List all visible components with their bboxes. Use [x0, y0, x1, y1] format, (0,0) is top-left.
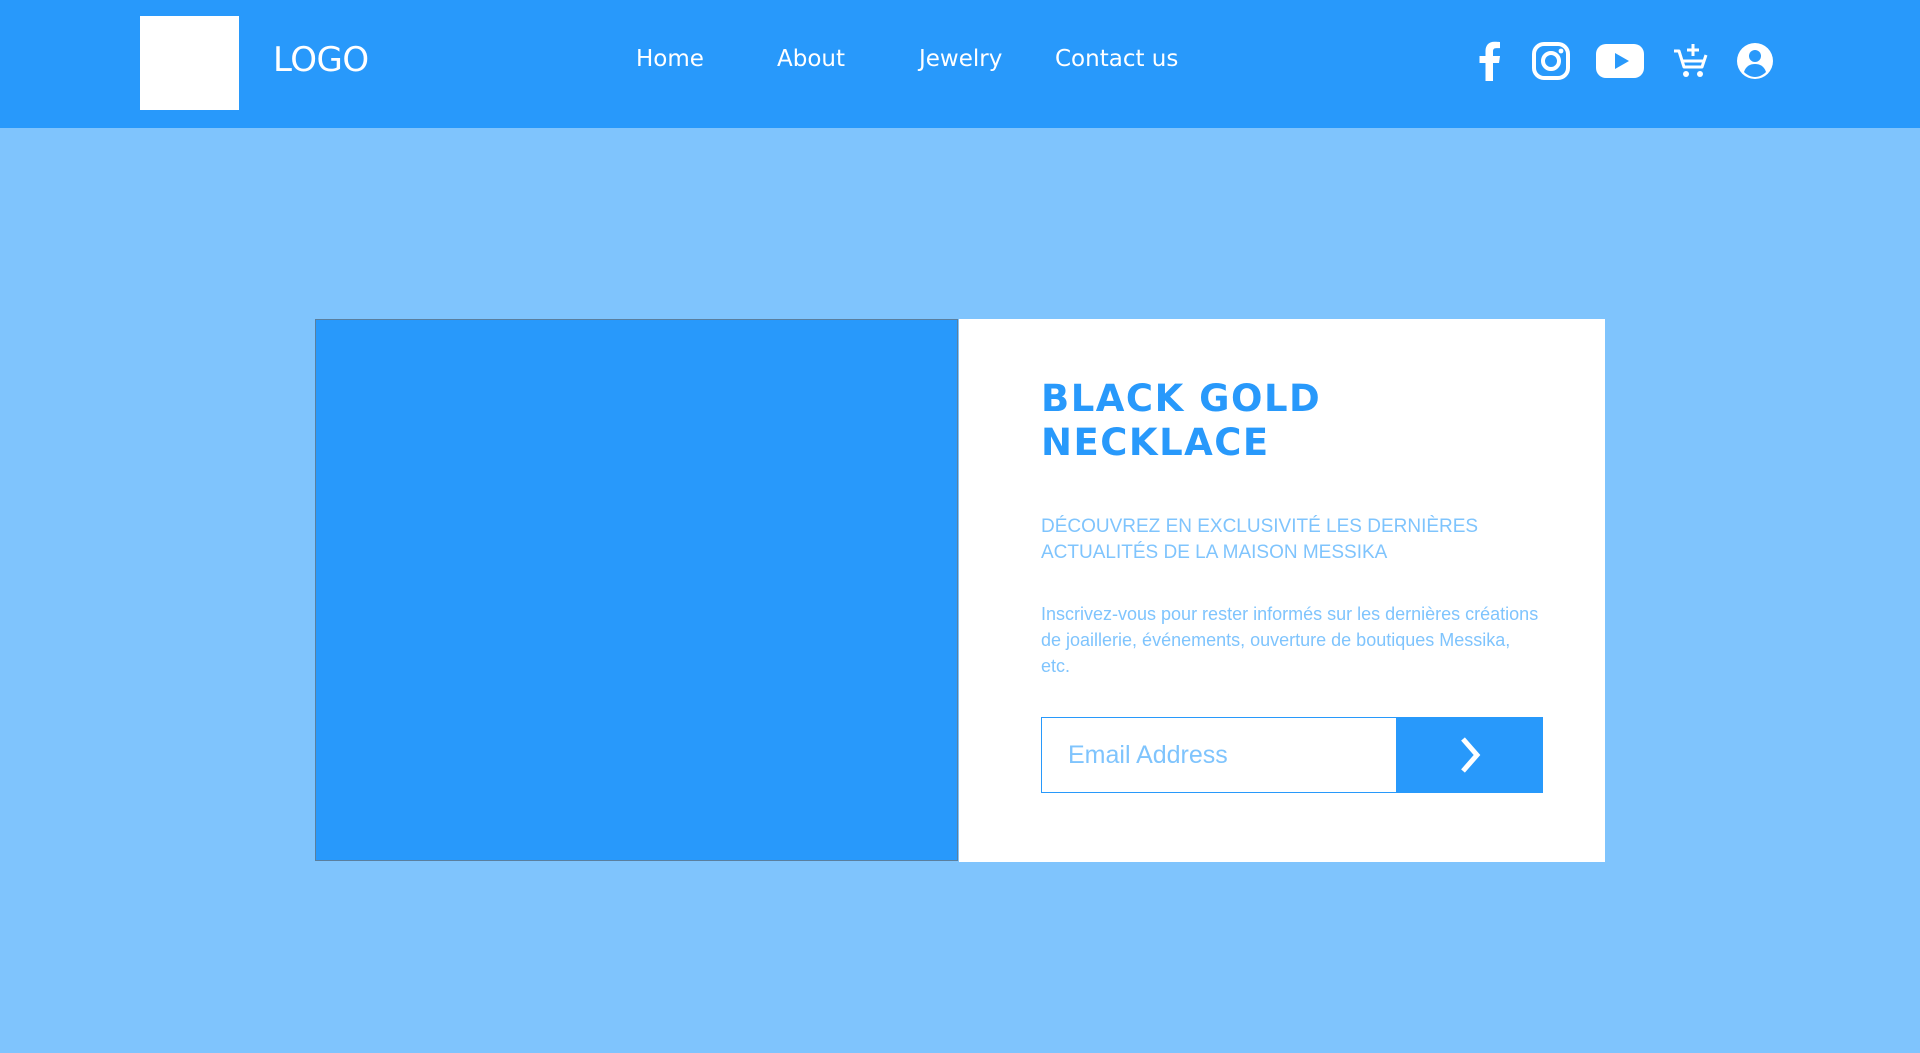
newsletter-description: Inscrivez-vous pour rester informés sur … — [1041, 604, 1539, 676]
logo-image[interactable] — [140, 16, 239, 110]
site-header: LOGO Home About Jewelry Contact us — [0, 0, 1920, 128]
nav-jewelry[interactable]: Jewelry — [919, 46, 1002, 72]
cart-add-icon[interactable] — [1670, 40, 1712, 82]
email-field[interactable] — [1041, 717, 1397, 793]
nav-about[interactable]: About — [777, 46, 845, 72]
instagram-icon[interactable] — [1530, 40, 1572, 82]
product-title-line1: BLACK GOLD — [1041, 377, 1322, 420]
chevron-right-icon — [1460, 737, 1480, 773]
nav-home[interactable]: Home — [636, 46, 704, 72]
submit-button[interactable] — [1396, 717, 1543, 793]
nav-contact-us[interactable]: Contact us — [1055, 46, 1178, 72]
youtube-icon[interactable] — [1596, 40, 1644, 82]
product-image-placeholder — [315, 319, 958, 861]
newsletter-subtitle: DÉCOUVREZ EN EXCLUSIVITÉ LES DERNIÈRES A… — [1041, 516, 1479, 563]
account-icon[interactable] — [1734, 40, 1776, 82]
logo-text[interactable]: LOGO — [273, 40, 369, 80]
product-title-line2: NECKLACE — [1041, 421, 1270, 464]
facebook-icon[interactable] — [1468, 40, 1510, 82]
product-title: BLACK GOLD NECKLACE — [1041, 377, 1461, 465]
